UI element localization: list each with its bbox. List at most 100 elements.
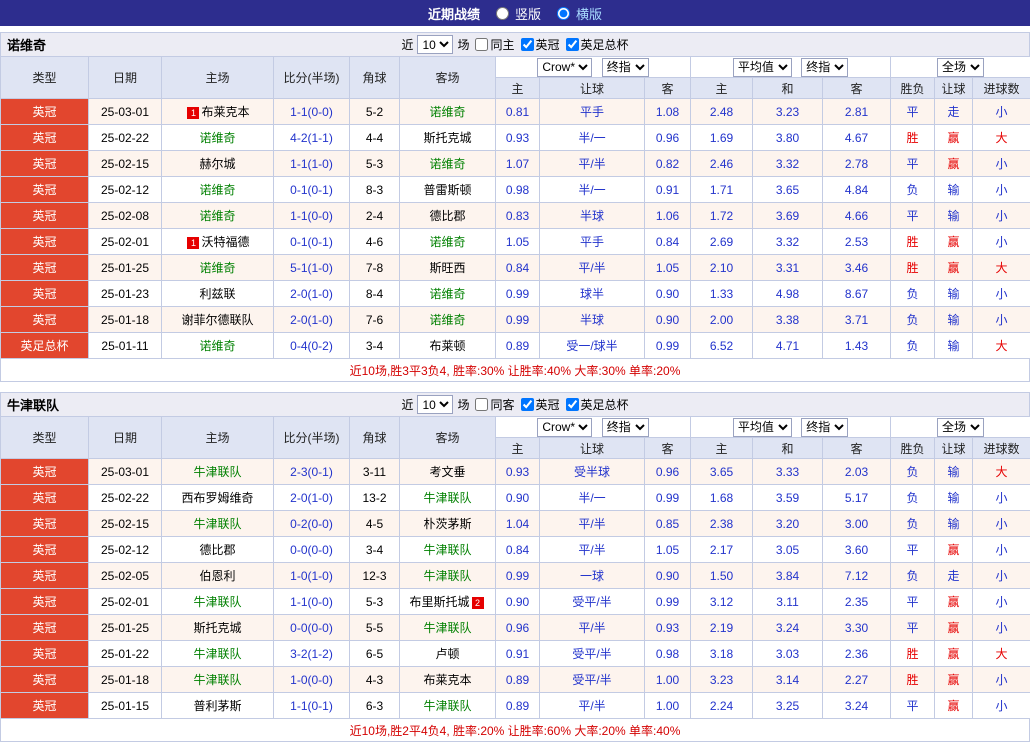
team-name[interactable]: 诺维奇 <box>429 287 465 301</box>
score-cell[interactable]: 0-4(0-2) <box>274 333 350 359</box>
match-count-select[interactable]: 10 <box>417 395 453 414</box>
avg-select[interactable]: 平均值 <box>733 418 792 437</box>
same-away-checkbox[interactable] <box>475 398 488 411</box>
league-filter-championship[interactable]: 英冠 <box>519 396 560 413</box>
team-name[interactable]: 考文垂 <box>429 465 465 479</box>
same-home-filter[interactable]: 同主 <box>473 36 514 53</box>
full-match-select[interactable]: 全场 <box>937 418 984 437</box>
score-cell[interactable]: 2-0(1-0) <box>274 307 350 333</box>
euro-home-odds: 3.12 <box>691 589 753 615</box>
euro-final-select[interactable]: 终指 <box>801 418 848 437</box>
euro-away-odds: 1.43 <box>823 333 891 359</box>
same-home-checkbox[interactable] <box>475 38 488 51</box>
asia-away-odds: 0.91 <box>645 177 691 203</box>
team-name[interactable]: 赫尔城 <box>199 157 235 171</box>
team-name[interactable]: 布莱顿 <box>429 339 465 353</box>
score-cell[interactable]: 1-1(0-0) <box>274 99 350 125</box>
team-name[interactable]: 诺维奇 <box>429 313 465 327</box>
team-name[interactable]: 诺维奇 <box>429 157 465 171</box>
team-name[interactable]: 斯托克城 <box>423 131 471 145</box>
score-cell[interactable]: 0-2(0-0) <box>274 511 350 537</box>
team-name[interactable]: 牛津联队 <box>423 569 471 583</box>
league-filter-championship[interactable]: 英冠 <box>519 36 560 53</box>
score-cell[interactable]: 0-1(0-1) <box>274 177 350 203</box>
team-name[interactable]: 德比郡 <box>199 543 235 557</box>
team-name[interactable]: 牛津联队 <box>193 465 241 479</box>
corner-cell: 2-4 <box>350 203 400 229</box>
team-name[interactable]: 斯托克城 <box>193 621 241 635</box>
score-cell[interactable]: 4-2(1-1) <box>274 125 350 151</box>
team-name[interactable]: 诺维奇 <box>199 183 235 197</box>
team-name[interactable]: 普利茅斯 <box>193 699 241 713</box>
match-date: 25-01-25 <box>89 255 162 281</box>
score-cell[interactable]: 1-1(1-0) <box>274 151 350 177</box>
score-cell[interactable]: 2-0(1-0) <box>274 281 350 307</box>
team-name[interactable]: 牛津联队 <box>423 699 471 713</box>
table-row: 英冠 25-03-01 1布莱克本 1-1(0-0) 5-2 诺维奇 0.81 … <box>1 99 1030 125</box>
team-name[interactable]: 布里斯托城 <box>409 595 469 609</box>
euro-final-select[interactable]: 终指 <box>801 58 848 77</box>
table-row: 英冠 25-02-01 牛津联队 1-1(0-0) 5-3 布里斯托城2 0.9… <box>1 589 1030 615</box>
championship-checkbox[interactable] <box>521 398 534 411</box>
facup-checkbox[interactable] <box>566 38 579 51</box>
team-name[interactable]: 谢菲尔德联队 <box>181 313 253 327</box>
team-name[interactable]: 诺维奇 <box>199 131 235 145</box>
score-cell[interactable]: 0-1(0-1) <box>274 229 350 255</box>
bookmaker-select[interactable]: Crow* <box>537 418 592 437</box>
score-cell[interactable]: 1-0(0-0) <box>274 667 350 693</box>
team-name[interactable]: 西布罗姆维奇 <box>181 491 253 505</box>
horizontal-radio-icon[interactable] <box>557 7 570 20</box>
score-cell[interactable]: 0-0(0-0) <box>274 615 350 641</box>
championship-checkbox[interactable] <box>521 38 534 51</box>
score-cell[interactable]: 2-3(0-1) <box>274 459 350 485</box>
bookmaker-select[interactable]: Crow* <box>537 58 592 77</box>
asia-final-select[interactable]: 终指 <box>602 418 649 437</box>
team-name[interactable]: 诺维奇 <box>199 339 235 353</box>
team-name[interactable]: 牛津联队 <box>193 517 241 531</box>
team-name[interactable]: 利兹联 <box>199 287 235 301</box>
team-name[interactable]: 牛津联队 <box>423 491 471 505</box>
facup-checkbox[interactable] <box>566 398 579 411</box>
same-away-filter[interactable]: 同客 <box>473 396 514 413</box>
team-name[interactable]: 诺维奇 <box>429 105 465 119</box>
team-name[interactable]: 牛津联队 <box>423 621 471 635</box>
score-cell[interactable]: 0-0(0-0) <box>274 537 350 563</box>
league-filter-facup[interactable]: 英足总杯 <box>564 36 629 53</box>
asia-away-odds: 0.96 <box>645 459 691 485</box>
team-name[interactable]: 诺维奇 <box>199 209 235 223</box>
score-cell[interactable]: 2-0(1-0) <box>274 485 350 511</box>
corner-cell: 12-3 <box>350 563 400 589</box>
corner-cell: 13-2 <box>350 485 400 511</box>
team-name[interactable]: 牛津联队 <box>193 647 241 661</box>
team-name[interactable]: 沃特福德 <box>201 235 249 249</box>
asia-final-select[interactable]: 终指 <box>602 58 649 77</box>
score-cell[interactable]: 1-0(1-0) <box>274 563 350 589</box>
score-cell[interactable]: 5-1(1-0) <box>274 255 350 281</box>
match-count-select[interactable]: 10 <box>417 35 453 54</box>
team-name[interactable]: 德比郡 <box>429 209 465 223</box>
score-cell[interactable]: 3-2(1-2) <box>274 641 350 667</box>
team-name[interactable]: 普雷斯顿 <box>423 183 471 197</box>
score-cell[interactable]: 1-1(0-0) <box>274 589 350 615</box>
layout-radio-horizontal[interactable]: 横版 <box>555 4 602 23</box>
team-name[interactable]: 诺维奇 <box>429 235 465 249</box>
full-match-select[interactable]: 全场 <box>937 58 984 77</box>
team-name[interactable]: 牛津联队 <box>423 543 471 557</box>
team-name[interactable]: 布莱克本 <box>423 673 471 687</box>
team-name[interactable]: 卢顿 <box>435 647 459 661</box>
euro-home-odds: 2.46 <box>691 151 753 177</box>
team-name[interactable]: 斯旺西 <box>429 261 465 275</box>
team-name[interactable]: 布莱克本 <box>201 105 249 119</box>
team-name[interactable]: 诺维奇 <box>199 261 235 275</box>
league-filter-facup[interactable]: 英足总杯 <box>564 396 629 413</box>
score-cell[interactable]: 1-1(0-1) <box>274 693 350 719</box>
team-name[interactable]: 伯恩利 <box>199 569 235 583</box>
vertical-radio-icon[interactable] <box>496 7 509 20</box>
team-name[interactable]: 朴茨茅斯 <box>423 517 471 531</box>
team-name[interactable]: 牛津联队 <box>193 673 241 687</box>
avg-select[interactable]: 平均值 <box>733 58 792 77</box>
layout-radio-vertical[interactable]: 竖版 <box>494 4 541 23</box>
score-cell[interactable]: 1-1(0-0) <box>274 203 350 229</box>
asia-handicap: 半球 <box>540 307 645 333</box>
team-name[interactable]: 牛津联队 <box>193 595 241 609</box>
